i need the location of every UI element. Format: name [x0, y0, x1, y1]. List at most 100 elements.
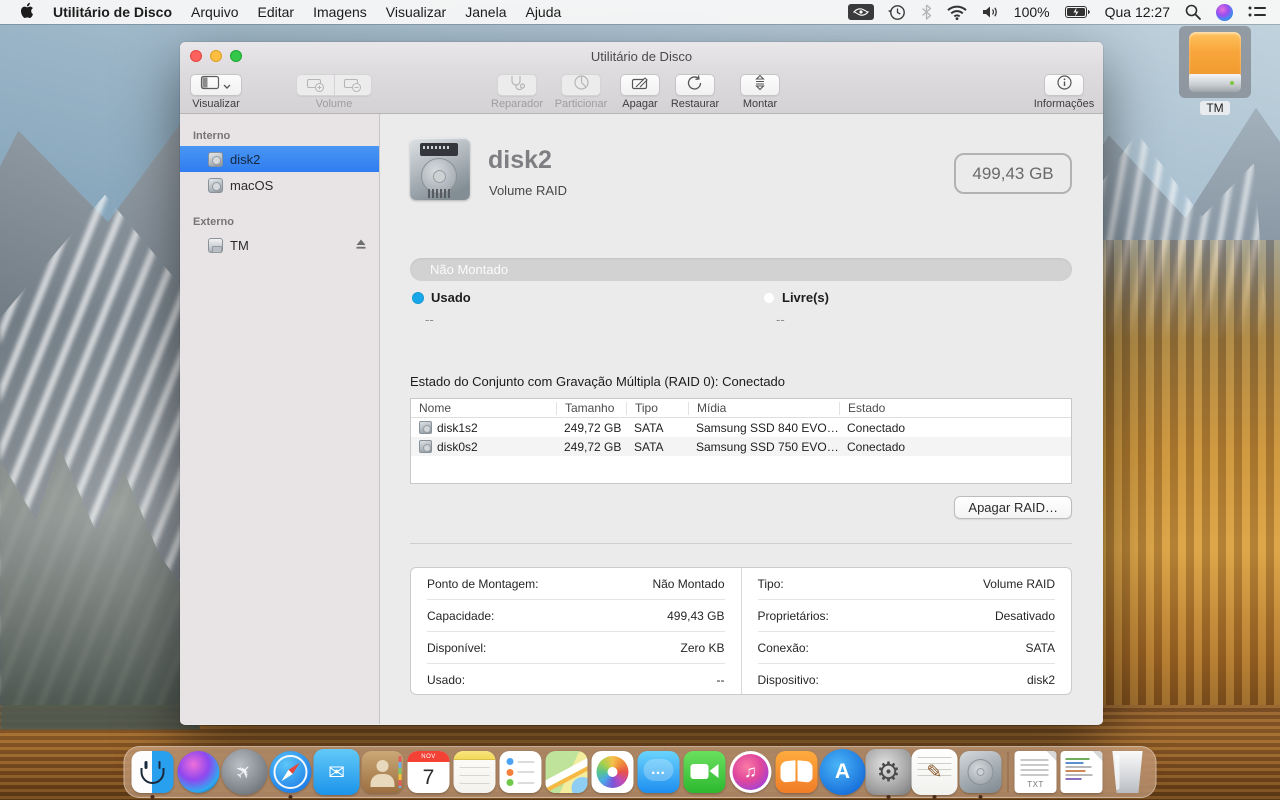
info-panel: Ponto de Montagem: Não Montado Capacidade… — [410, 567, 1072, 695]
sidebar: Interno disk2 macOS Externo TM — [180, 114, 380, 724]
menu-item-editar[interactable]: Editar — [258, 4, 295, 20]
first-aid-button[interactable]: Reparador — [482, 74, 552, 110]
spotlight-search-icon[interactable] — [1185, 4, 1201, 20]
column-header-tamanho[interactable]: Tamanho — [556, 401, 626, 415]
dock-item-itunes[interactable]: ♫ — [728, 749, 774, 795]
column-header-midia[interactable]: Mídia — [688, 401, 839, 415]
legend-free-value: -- — [776, 312, 785, 327]
desktop-icon-tm[interactable]: TM — [1176, 26, 1254, 117]
dock-item-txt-document[interactable]: TXT — [1013, 749, 1059, 795]
info-button[interactable]: Informações — [1029, 74, 1099, 110]
minimize-button[interactable] — [210, 50, 222, 62]
battery-icon[interactable] — [1064, 6, 1090, 18]
time-machine-icon[interactable] — [887, 4, 906, 21]
info-used: Usado: -- — [427, 673, 725, 687]
mount-button[interactable]: Montar — [725, 74, 795, 110]
sidebar-item-macos[interactable]: macOS — [180, 172, 379, 198]
dock-item-calendar[interactable]: NOV 7 — [406, 749, 452, 795]
column-header-nome[interactable]: Nome — [411, 401, 556, 415]
external-drive-icon — [208, 237, 223, 253]
reminders-icon — [499, 751, 542, 793]
messages-bubble-icon: … — [637, 751, 680, 793]
legend-used-value: -- — [425, 312, 434, 327]
internal-drive-icon — [208, 177, 223, 193]
dock-item-mail[interactable]: ✉ — [313, 749, 360, 795]
delete-raid-button[interactable]: Apagar RAID… — [954, 496, 1072, 519]
column-header-tipo[interactable]: Tipo — [626, 401, 688, 415]
dock-item-launchpad[interactable]: ✈ — [221, 749, 268, 795]
remove-volume-button[interactable] — [334, 74, 372, 96]
dock-item-facetime[interactable] — [682, 749, 728, 795]
calendar-icon: NOV 7 — [407, 751, 450, 793]
menu-item-arquivo[interactable]: Arquivo — [191, 4, 238, 20]
menu-item-janela[interactable]: Janela — [465, 4, 506, 20]
notification-center-icon[interactable] — [1248, 5, 1266, 19]
bluetooth-icon[interactable] — [921, 4, 932, 20]
dock-item-system-preferences[interactable]: ⚙ — [865, 749, 912, 799]
main-content: disk2 Volume RAID 499,43 GB Não Montado … — [380, 114, 1103, 724]
dock-item-installer-document[interactable] — [1059, 749, 1105, 795]
menu-clock[interactable]: Qua 12:27 — [1105, 4, 1170, 20]
dock-item-trash[interactable] — [1105, 749, 1151, 795]
add-volume-button[interactable] — [296, 74, 334, 96]
volume-icon[interactable] — [982, 5, 999, 19]
dock-item-ibooks[interactable] — [774, 749, 820, 795]
siri-menu-icon[interactable] — [1216, 3, 1233, 21]
disk-size-badge: 499,43 GB — [954, 153, 1072, 194]
dock-item-notes[interactable] — [452, 749, 498, 795]
dock-item-siri[interactable] — [176, 749, 222, 795]
restore-icon — [687, 75, 703, 95]
capacity-bar: Não Montado — [410, 258, 1072, 281]
stethoscope-icon — [509, 75, 526, 95]
chevron-down-icon — [223, 76, 231, 94]
menu-item-imagens[interactable]: Imagens — [313, 4, 367, 20]
info-connection: Conexão: SATA — [757, 632, 1055, 664]
window-titlebar[interactable]: Utilitário de Disco — [180, 42, 1103, 70]
erase-icon — [631, 75, 649, 95]
eject-icon[interactable] — [355, 238, 367, 253]
wifi-icon[interactable] — [947, 5, 967, 20]
menu-item-ajuda[interactable]: Ajuda — [525, 4, 561, 20]
table-header-row: Nome Tamanho Tipo Mídia Estado — [411, 399, 1071, 418]
dock-item-app-store[interactable]: A — [819, 749, 866, 795]
drive-icon — [419, 440, 432, 453]
volume-buttons: Volume — [292, 74, 376, 110]
running-indicator — [886, 795, 891, 799]
sidebar-item-tm[interactable]: TM — [180, 232, 379, 258]
dock-item-disk-utility[interactable] — [958, 749, 1004, 799]
txt-document-icon: TXT — [1014, 751, 1057, 793]
zoom-button[interactable] — [230, 50, 242, 62]
dock-item-contacts[interactable] — [360, 749, 406, 795]
notes-icon — [453, 751, 496, 793]
window-title: Utilitário de Disco — [590, 48, 693, 64]
itunes-music-icon: ♫ — [729, 751, 772, 793]
close-button[interactable] — [190, 50, 202, 62]
dock-item-reminders[interactable] — [498, 749, 544, 795]
sidebar-section-interno: Interno — [193, 130, 231, 142]
internal-drive-icon — [208, 151, 223, 167]
dock-separator — [1007, 752, 1009, 792]
dock-item-textedit[interactable]: ✎ — [911, 749, 958, 799]
siri-icon — [177, 751, 220, 793]
dock-item-maps[interactable] — [544, 749, 590, 795]
menu-app-name[interactable]: Utilitário de Disco — [53, 4, 172, 20]
toolbar: Visualizar Volume Reparador Particionar … — [180, 70, 1103, 114]
dock-item-messages[interactable]: … — [636, 749, 682, 795]
dock-item-safari[interactable] — [268, 749, 314, 799]
info-type: Tipo: Volume RAID — [757, 568, 1055, 600]
textedit-pencil-icon: ✎ — [911, 749, 958, 795]
sidebar-item-disk2[interactable]: disk2 — [180, 146, 379, 172]
apple-menu-icon[interactable] — [19, 2, 34, 22]
safari-compass-icon — [269, 751, 312, 793]
restore-button[interactable]: Restaurar — [660, 74, 730, 110]
dock-item-photos[interactable] — [590, 749, 636, 795]
raid-members-table: Nome Tamanho Tipo Mídia Estado disk1s2 2… — [410, 398, 1072, 484]
table-row-disk1s2[interactable]: disk1s2 249,72 GB SATA Samsung SSD 840 E… — [411, 418, 1071, 437]
table-row-disk0s2[interactable]: disk0s2 249,72 GB SATA Samsung SSD 750 E… — [411, 437, 1071, 456]
gpu-status-icon[interactable] — [847, 4, 874, 20]
raid-status-title: Estado do Conjunto com Gravação Múltipla… — [410, 374, 786, 389]
menu-item-visualizar[interactable]: Visualizar — [386, 4, 446, 20]
dock-item-finder[interactable] — [130, 749, 176, 799]
view-button[interactable]: Visualizar — [181, 74, 251, 110]
column-header-estado[interactable]: Estado — [839, 401, 1071, 415]
